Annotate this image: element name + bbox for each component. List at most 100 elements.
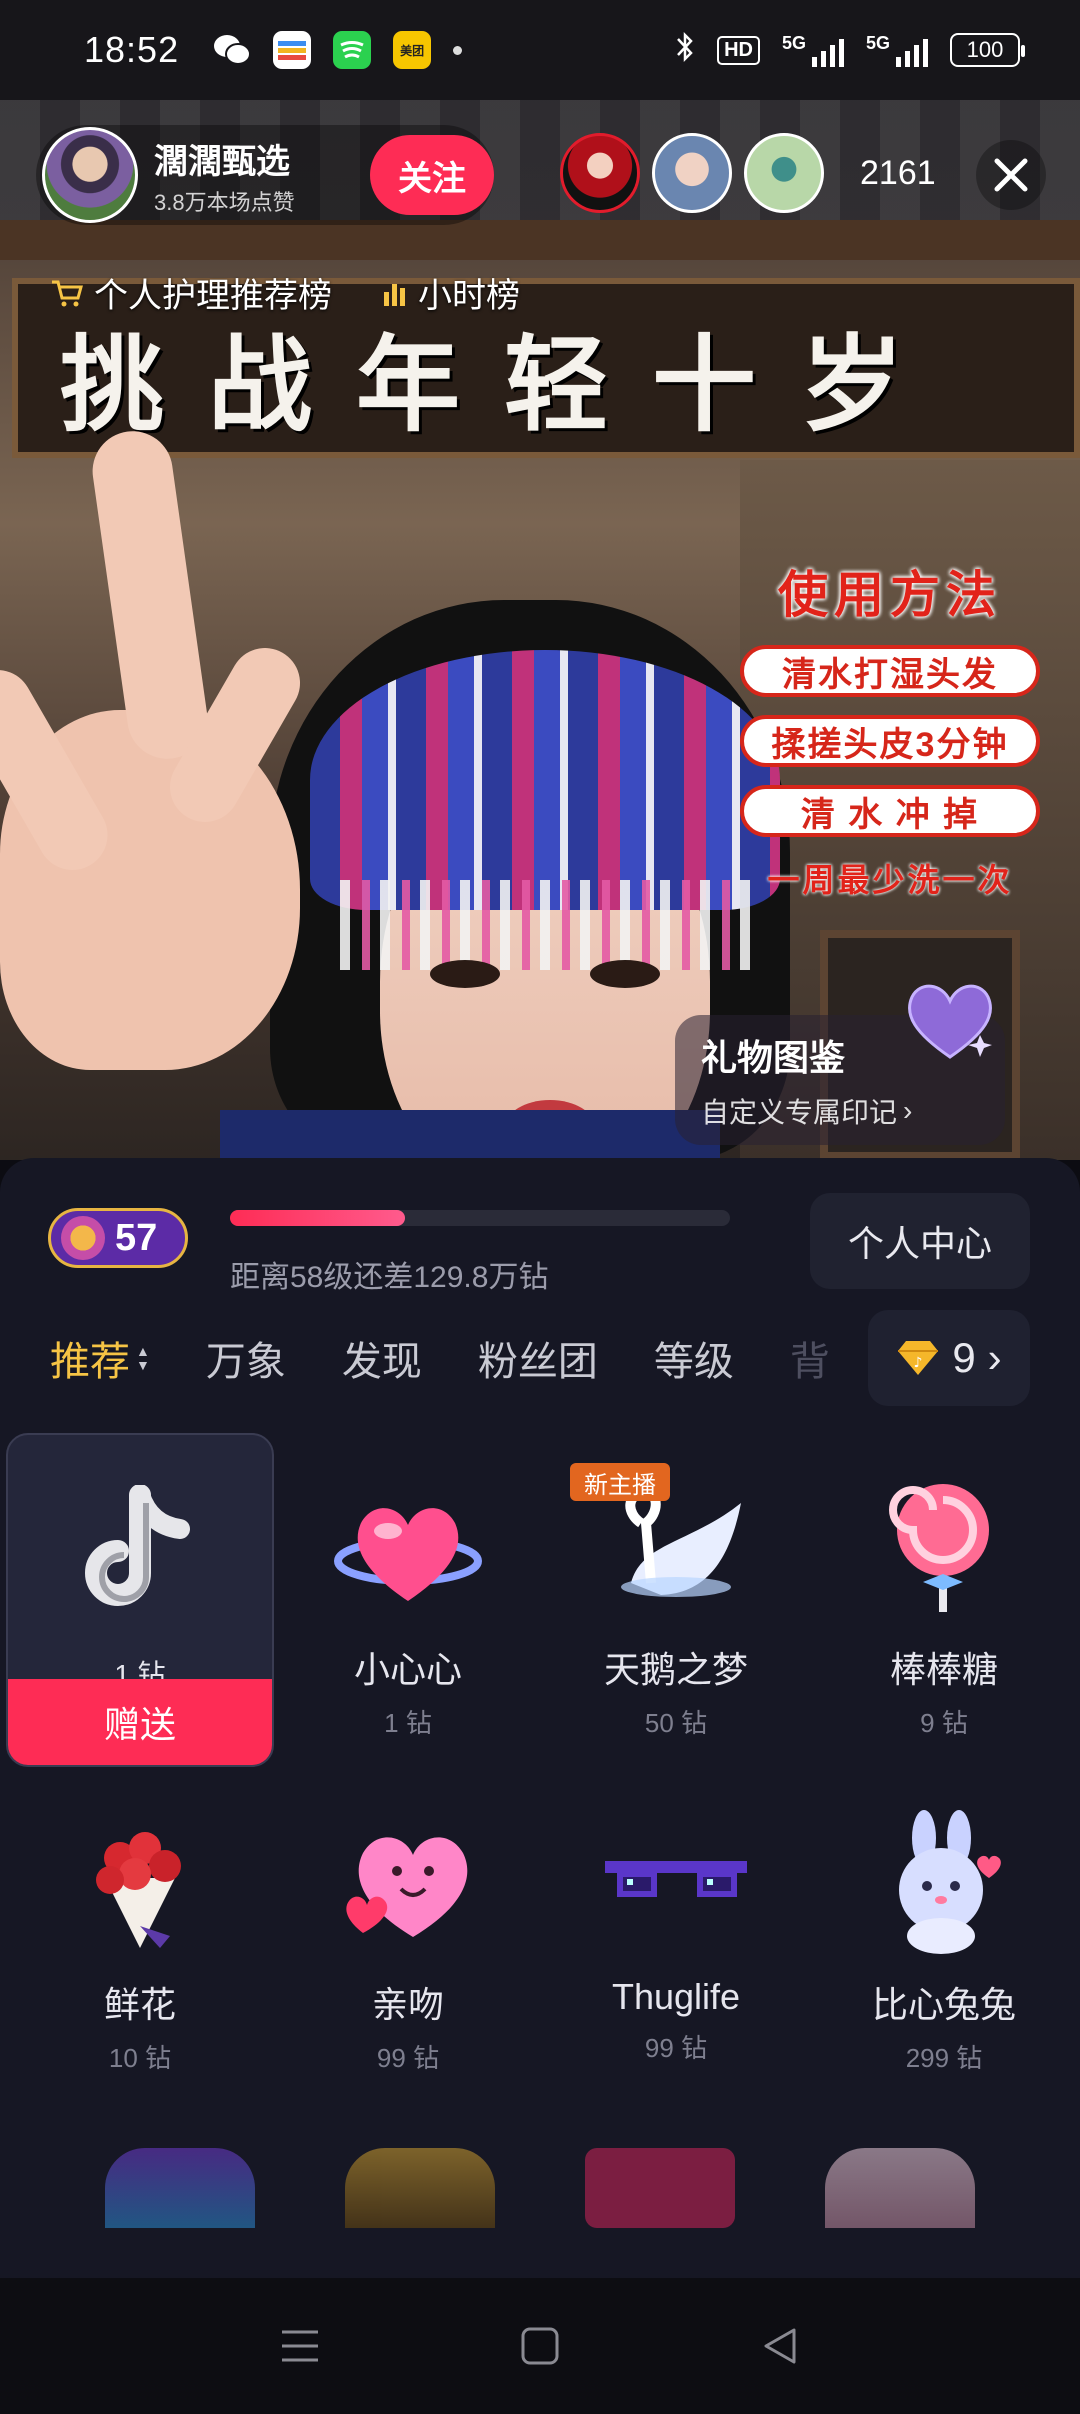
home-button[interactable] — [500, 2306, 580, 2386]
tab-recommended[interactable]: 推荐 ▲ ▼ — [50, 1329, 150, 1387]
host-name: 濶濶甄选 — [154, 142, 290, 181]
gift-item-douyin[interactable]: 1 钻 赠送 — [6, 1433, 274, 1767]
system-indicators: HD 5G 5G 100 — [675, 30, 1025, 70]
gift-tabs: 推荐 ▲ ▼ 万象 发现 粉丝团 等级 背 — [50, 1308, 850, 1408]
gift-item-thuglife[interactable]: Thuglife 99 钻 — [542, 1768, 810, 2098]
gift-item-kiss[interactable]: 亲吻 99 钻 — [274, 1768, 542, 2098]
gift-price: 1 钻 — [384, 1708, 432, 1738]
hourly-rank-chip[interactable]: 小时榜 — [382, 268, 520, 317]
more-notifications-dot — [453, 45, 463, 55]
menu-icon — [282, 2330, 318, 2362]
notification-icons: 美团 — [213, 31, 463, 69]
bunny-icon — [869, 1808, 1019, 1958]
music-app-icon — [333, 31, 372, 69]
close-icon — [994, 158, 1028, 192]
status-bar: 18:52 美团 HD 5G 5G 100 — [0, 0, 1080, 100]
gift-item-partial[interactable] — [345, 2148, 495, 2228]
viewer-avatar[interactable] — [560, 133, 640, 213]
meituan-app-icon: 美团 — [393, 31, 432, 69]
gift-panel: 57 距离58级还差129.8万钻 个人中心 推荐 ▲ ▼ 万象 发现 粉丝团 等… — [0, 1158, 1080, 2278]
embroidered-headdress — [310, 650, 780, 910]
host-avatar[interactable] — [42, 127, 138, 223]
tab-wanxiang[interactable]: 万象 — [206, 1329, 286, 1387]
back-button[interactable] — [740, 2306, 820, 2386]
gift-item-little-heart[interactable]: 小心心 1 钻 — [274, 1433, 542, 1763]
gift-price: 99 钻 — [644, 2033, 708, 2063]
menu-button[interactable] — [260, 2306, 340, 2386]
lollipop-icon — [869, 1473, 1019, 1623]
svg-text:♪: ♪ — [914, 1355, 923, 1371]
user-level-badge[interactable]: 57 — [48, 1208, 188, 1268]
level-gem-icon — [61, 1216, 105, 1260]
signal-icon-2: 5G — [866, 33, 928, 67]
gift-item-flowers[interactable]: 鲜花 10 钻 — [6, 1768, 274, 2098]
viewer-avatar[interactable] — [652, 133, 732, 213]
gift-price: 99 钻 — [376, 2043, 440, 2073]
user-level: 57 — [115, 1216, 158, 1259]
gift-price: 299 钻 — [905, 2043, 983, 2073]
gift-name: 天鹅之梦 — [603, 1649, 748, 1690]
back-icon — [764, 2328, 796, 2364]
host-likes: 3.8万本场点赞 — [154, 189, 295, 215]
promo-subtitle: 自定义专属印记 — [701, 1097, 898, 1128]
wallet-app-icon — [273, 31, 312, 69]
hd-voice-badge: HD — [717, 35, 760, 65]
chevron-right-icon: › — [987, 1334, 1002, 1381]
follow-button[interactable]: 关注 — [370, 135, 494, 215]
hourly-rank-label: 小时榜 — [418, 277, 520, 315]
usage-step: 清 水 冲 掉 — [740, 785, 1040, 837]
bluetooth-icon — [675, 30, 695, 70]
battery-indicator: 100 — [950, 33, 1025, 67]
usage-note: 一周最少洗一次 — [767, 862, 1013, 898]
heart-icon — [333, 1473, 483, 1623]
system-nav-bar — [0, 2278, 1080, 2414]
level-progress-fill — [230, 1210, 405, 1226]
tab-backpack[interactable]: 背 — [790, 1329, 830, 1387]
gift-price: 9 钻 — [920, 1708, 968, 1738]
top-viewers[interactable]: 2161 — [560, 133, 936, 213]
chevron-right-icon: › — [903, 1095, 913, 1126]
gift-name: 亲吻 — [371, 1984, 444, 2025]
gift-item-heart-bunny[interactable]: 比心兔兔 299 钻 — [810, 1768, 1078, 2098]
tab-discover[interactable]: 发现 — [342, 1329, 422, 1387]
gift-name: 棒棒糖 — [889, 1649, 998, 1690]
level-progress-bar — [230, 1210, 730, 1226]
sunglasses-icon — [601, 1808, 751, 1958]
gift-item-partial[interactable] — [825, 2148, 975, 2228]
send-gift-button[interactable]: 赠送 — [8, 1679, 272, 1765]
roof-beam — [0, 220, 1080, 260]
gift-item-partial[interactable] — [105, 2148, 255, 2228]
viewer-avatar[interactable] — [744, 133, 824, 213]
diamond-balance-button[interactable]: ♪ 9 › — [868, 1310, 1030, 1406]
diamond-icon: ♪ — [898, 1341, 939, 1375]
host-card[interactable]: 濶濶甄选 3.8万本场点赞 关注 — [36, 125, 494, 225]
gift-price: 50 钻 — [644, 1708, 708, 1738]
cart-icon — [52, 280, 83, 306]
gift-name: 小心心 — [353, 1649, 462, 1690]
signal-icon-1: 5G — [782, 33, 844, 67]
gift-item-lollipop[interactable]: 棒棒糖 9 钻 — [810, 1433, 1078, 1763]
category-rank-chip[interactable]: 个人护理推荐榜 — [50, 268, 332, 317]
gift-item-partial[interactable] — [585, 2148, 735, 2228]
gift-price: 10 钻 — [108, 2043, 172, 2073]
gift-row-partial — [0, 2148, 1080, 2278]
gift-name: 鲜花 — [103, 1984, 176, 2025]
home-icon — [521, 2327, 559, 2365]
diamond-count: 9 — [952, 1334, 976, 1381]
kiss-heart-icon — [333, 1808, 483, 1958]
ranking-chips: 个人护理推荐榜 小时榜 — [50, 268, 520, 317]
status-time: 18:52 — [84, 29, 180, 70]
sort-arrows-icon: ▲ ▼ — [136, 1343, 150, 1373]
new-host-badge: 新主播 — [570, 1463, 670, 1501]
douyin-logo-icon — [65, 1475, 215, 1625]
tab-level[interactable]: 等级 — [654, 1329, 734, 1387]
viewer-count[interactable]: 2161 — [860, 154, 936, 193]
personal-center-button[interactable]: 个人中心 — [810, 1193, 1030, 1289]
purple-heart-icon — [908, 984, 992, 1059]
usage-title: 使用方法 — [778, 567, 1002, 623]
level-progress-text: 距离58级还差129.8万钻 — [230, 1261, 549, 1294]
flowers-icon — [65, 1808, 215, 1958]
tab-fan-club[interactable]: 粉丝团 — [478, 1329, 598, 1387]
gift-name: 比心兔兔 — [871, 1984, 1016, 2025]
close-button[interactable] — [976, 140, 1046, 210]
